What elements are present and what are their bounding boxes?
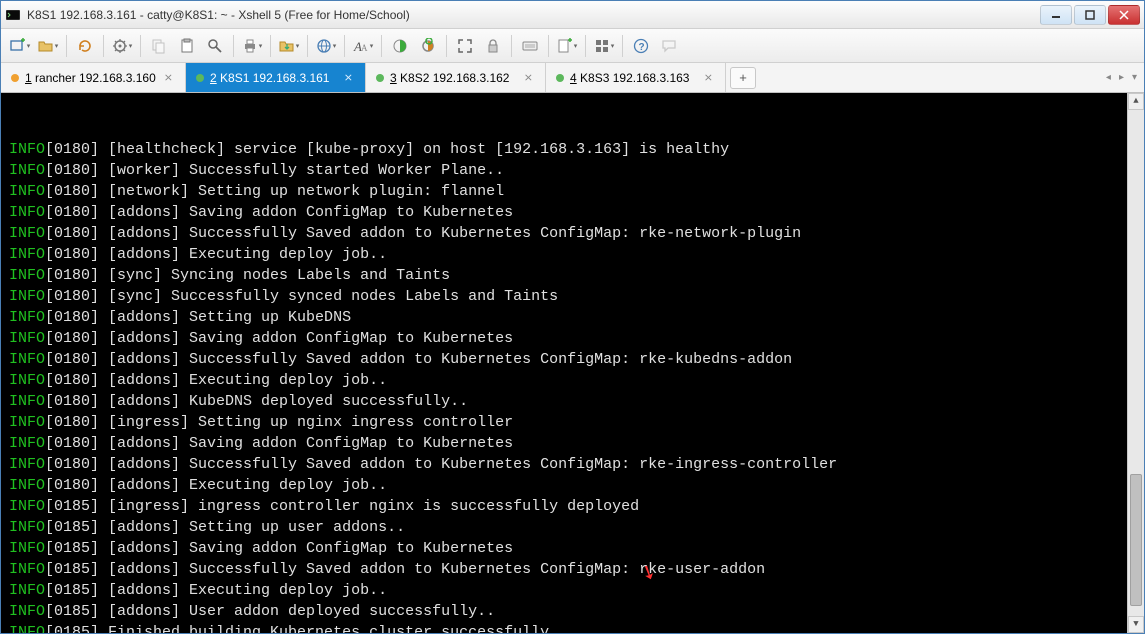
tab-label: 1 rancher 192.168.3.160 [25,71,156,85]
status-dot-icon [11,74,19,82]
log-line: INFO[0180] [addons] KubeDNS deployed suc… [9,391,1136,412]
paste-icon[interactable] [174,33,200,59]
log-line: INFO[0180] [ingress] Setting up nginx in… [9,412,1136,433]
separator [140,35,141,57]
tabbar: 1 rancher 192.168.3.160⨯2 K8S1 192.168.3… [1,63,1144,93]
terminal-output[interactable]: INFO[0180] [healthcheck] service [kube-p… [1,93,1144,633]
tab-close-icon[interactable]: ⨯ [522,71,535,84]
log-line: INFO[0180] [sync] Syncing nodes Labels a… [9,265,1136,286]
log-line: INFO[0180] [addons] Saving addon ConfigM… [9,433,1136,454]
find-icon[interactable] [202,33,228,59]
properties-icon[interactable]: ▾ [109,33,135,59]
separator [270,35,271,57]
svg-text:A: A [361,43,368,53]
scroll-down-icon[interactable]: ▼ [1128,616,1144,633]
separator [446,35,447,57]
tab-label: 2 K8S1 192.168.3.161 [210,71,336,85]
log-line: INFO[0180] [healthcheck] service [kube-p… [9,139,1136,160]
log-line: INFO[0185] Finished building Kubernetes … [9,622,1136,633]
close-button[interactable] [1108,5,1140,25]
fullscreen-icon[interactable] [452,33,478,59]
log-line: INFO[0185] [addons] User addon deployed … [9,601,1136,622]
log-line: INFO[0180] [addons] Executing deploy job… [9,244,1136,265]
log-line: INFO[0180] [addons] Successfully Saved a… [9,349,1136,370]
status-dot-icon [556,74,564,82]
new-session-icon[interactable]: ▾ [7,33,33,59]
tab-nav: ◂ ▸ ▾ [1103,63,1140,92]
title-text: K8S1 192.168.3.161 - catty@K8S1: ~ - Xsh… [27,8,1040,22]
log-line: INFO[0180] [sync] Successfully synced no… [9,286,1136,307]
scroll-track[interactable] [1128,110,1144,616]
transfer-icon[interactable]: ▾ [276,33,302,59]
log-line: INFO[0185] [addons] Setting up user addo… [9,517,1136,538]
log-line: INFO[0180] [addons] Executing deploy job… [9,370,1136,391]
help-icon[interactable]: ? [628,33,654,59]
log-line: INFO[0180] [network] Setting up network … [9,181,1136,202]
separator [381,35,382,57]
log-line: INFO[0180] [addons] Saving addon ConfigM… [9,328,1136,349]
reconnect-icon[interactable] [72,33,98,59]
log-line: INFO[0180] [addons] Setting up KubeDNS [9,307,1136,328]
highlight-icon[interactable] [415,33,441,59]
separator [344,35,345,57]
web-icon[interactable]: ▾ [313,33,339,59]
session-tab[interactable]: 3 K8S2 192.168.3.162 ⨯ [366,63,546,92]
app-icon [5,7,21,23]
titlebar: K8S1 192.168.3.161 - catty@K8S1: ~ - Xsh… [1,1,1144,29]
separator [66,35,67,57]
window-controls [1040,5,1140,25]
copy-icon[interactable] [146,33,172,59]
tab-close-icon[interactable]: ⨯ [162,71,175,84]
log-line: INFO[0180] [worker] Successfully started… [9,160,1136,181]
scroll-thumb[interactable] [1130,474,1142,606]
log-line: INFO[0185] [addons] Executing deploy job… [9,580,1136,601]
separator [307,35,308,57]
log-line: INFO[0185] [ingress] ingress controller … [9,496,1136,517]
chat-icon[interactable] [656,33,682,59]
app-window: K8S1 192.168.3.161 - catty@K8S1: ~ - Xsh… [0,0,1145,634]
maximize-button[interactable] [1074,5,1106,25]
toolbar: ▾ ▾ ▾ ▾ ▾ ▾ AA▾ ▾ ▾ ? [1,29,1144,63]
log-line: INFO[0185] [addons] Saving addon ConfigM… [9,538,1136,559]
print-icon[interactable]: ▾ [239,33,265,59]
separator [233,35,234,57]
status-dot-icon [196,74,204,82]
tab-label: 3 K8S2 192.168.3.162 [390,71,516,85]
separator [622,35,623,57]
separator [511,35,512,57]
tab-close-icon[interactable]: ⨯ [702,71,715,84]
scroll-up-icon[interactable]: ▲ [1128,93,1144,110]
compose-icon[interactable]: ▾ [554,33,580,59]
keyboard-icon[interactable] [517,33,543,59]
tab-label: 4 K8S3 192.168.3.163 [570,71,696,85]
separator [103,35,104,57]
tab-scroll-left-icon[interactable]: ◂ [1103,70,1114,85]
separator [548,35,549,57]
tab-close-icon[interactable]: ⨯ [342,71,355,84]
log-line: INFO[0180] [addons] Successfully Saved a… [9,223,1136,244]
vertical-scrollbar[interactable]: ▲ ▼ [1127,93,1144,633]
log-line: INFO[0180] [addons] Successfully Saved a… [9,454,1136,475]
tab-scroll-right-icon[interactable]: ▸ [1116,70,1127,85]
tab-list-dropdown-icon[interactable]: ▾ [1129,70,1140,85]
lock-icon[interactable] [480,33,506,59]
open-icon[interactable]: ▾ [35,33,61,59]
status-dot-icon [376,74,384,82]
minimize-button[interactable] [1040,5,1072,25]
session-tab[interactable]: 2 K8S1 192.168.3.161 ⨯ [186,63,366,92]
log-line: INFO[0185] [addons] Successfully Saved a… [9,559,1136,580]
log-line: INFO[0180] [addons] Executing deploy job… [9,475,1136,496]
svg-text:?: ? [639,42,645,53]
add-tab-button[interactable]: + [730,67,756,89]
log-line: INFO[0180] [addons] Saving addon ConfigM… [9,202,1136,223]
session-tab[interactable]: 1 rancher 192.168.3.160 ⨯ [1,63,186,92]
session-tab[interactable]: 4 K8S3 192.168.3.163 ⨯ [546,63,726,92]
font-icon[interactable]: AA▾ [350,33,376,59]
separator [585,35,586,57]
tile-icon[interactable]: ▾ [591,33,617,59]
color-scheme-icon[interactable] [387,33,413,59]
